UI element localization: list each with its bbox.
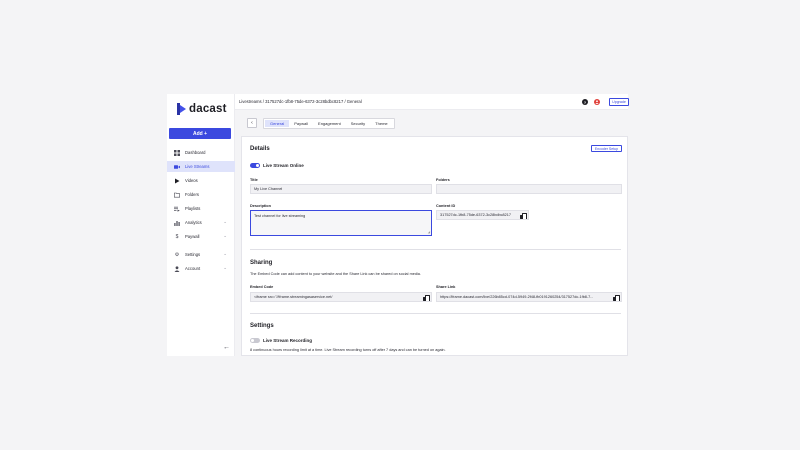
tab-general[interactable]: General (265, 120, 290, 127)
play-icon (174, 178, 180, 184)
title-input[interactable]: My Live Channel (250, 184, 432, 194)
sidebar-item-label: Playlists (185, 206, 201, 211)
chevron-down-icon: ⌄ (223, 233, 227, 238)
sidebar-item-paywall[interactable]: $ Paywall ⌄ (167, 231, 235, 242)
sidebar-item-folders[interactable]: Folders (167, 189, 235, 200)
tab-engagement[interactable]: Engagement (313, 120, 346, 127)
embed-code-value: <iframe src="//iframe.streamingasaservic… (254, 295, 333, 299)
add-button[interactable]: Add + (169, 128, 231, 139)
chevron-down-icon: ⌄ (223, 251, 227, 256)
dollar-icon: $ (175, 233, 179, 240)
embed-code-field: <iframe src="//iframe.streamingasaservic… (250, 292, 432, 302)
sidebar-item-settings[interactable]: ⚙ Settings ⌄ (167, 249, 235, 260)
dacast-logo-icon (177, 103, 186, 115)
sharing-heading: Sharing (250, 260, 273, 266)
folder-icon (174, 192, 180, 198)
avatar-user-icon (595, 100, 599, 104)
recording-note: 8 continuous hours recording limit at a … (250, 348, 446, 352)
gear-icon: ⚙ (174, 251, 180, 258)
copy-icon[interactable] (423, 295, 430, 301)
tab-security[interactable]: Security (346, 120, 370, 127)
tab-paywall[interactable]: Paywall (289, 120, 313, 127)
sidebar-item-label: Account (185, 266, 201, 271)
tab-bar: General Paywall Engagement Security Them… (263, 118, 395, 129)
content-card: Details Encoder Setup Live Stream Online… (241, 136, 628, 356)
sidebar-item-account[interactable]: Account ⌄ (167, 263, 235, 274)
divider (250, 313, 621, 314)
sidebar-nav: Dashboard Live Streams Videos Folders Pl… (167, 147, 235, 277)
avatar[interactable] (594, 99, 600, 105)
chevron-down-icon: ⌄ (223, 265, 227, 270)
topbar: Livestreams / 317527dc-1fb8-75de-6372-3c… (235, 94, 629, 110)
sidebar: dacast Add + Dashboard Live Streams Vide… (167, 94, 235, 356)
sidebar-item-label: Settings (185, 252, 201, 257)
description-label: Description (250, 204, 271, 208)
resize-handle-icon[interactable]: ◢ (428, 230, 430, 234)
sidebar-item-playlists[interactable]: Playlists (167, 203, 235, 214)
content-id-value: 317527dc-1fb8-75de-6372-3c28bdbc8217 (440, 213, 511, 217)
live-stream-recording-label: Live Stream Recording (263, 338, 313, 343)
encoder-setup-button[interactable]: Encoder Setup (591, 145, 622, 152)
sidebar-item-videos[interactable]: Videos (167, 175, 235, 186)
embed-code-label: Embed Code (250, 285, 274, 289)
collapse-sidebar-icon[interactable]: ← (223, 344, 230, 351)
content-id-label: Content ID (436, 204, 456, 208)
share-link-value: https://iframe.dacast.com/live/226b85cd-… (440, 295, 594, 299)
back-button[interactable]: ‹ (247, 118, 257, 128)
grid-icon (174, 149, 180, 156)
divider (250, 249, 621, 250)
details-heading: Details (250, 146, 270, 152)
sidebar-item-analytics[interactable]: Analytics ⌄ (167, 217, 235, 228)
copy-icon[interactable] (520, 213, 527, 219)
sidebar-item-label: Live Streams (185, 164, 210, 169)
logo[interactable]: dacast (177, 102, 227, 116)
user-icon (174, 265, 180, 272)
share-link-field: https://iframe.dacast.com/live/226b85cd-… (436, 292, 622, 302)
folders-input[interactable] (436, 184, 622, 194)
live-stream-online-toggle[interactable] (250, 163, 260, 168)
logo-text: dacast (189, 103, 227, 115)
sidebar-item-label: Videos (185, 178, 198, 183)
video-camera-icon (174, 164, 180, 170)
live-stream-online-label: Live Stream Online (263, 163, 304, 168)
settings-heading: Settings (250, 323, 274, 329)
sidebar-item-label: Folders (185, 192, 199, 197)
help-icon[interactable]: ? (582, 99, 588, 105)
sidebar-item-dashboard[interactable]: Dashboard (167, 147, 235, 158)
bar-chart-icon (174, 220, 180, 226)
description-text: Test channel for live streaming (254, 214, 306, 218)
sidebar-item-label: Dashboard (185, 150, 206, 155)
sidebar-item-label: Analytics (185, 220, 202, 225)
title-label: Title (250, 178, 258, 182)
live-stream-recording-toggle[interactable] (250, 338, 260, 343)
content-id-field: 317527dc-1fb8-75de-6372-3c28bdbc8217 (436, 210, 529, 220)
sidebar-item-label: Paywall (185, 234, 200, 239)
sharing-description: The Embed Code can add content to your w… (250, 272, 421, 276)
playlist-icon (174, 206, 180, 212)
app-window: dacast Add + Dashboard Live Streams Vide… (167, 94, 629, 356)
copy-icon[interactable] (613, 295, 620, 301)
folders-label: Folders (436, 178, 450, 182)
description-textarea[interactable]: Test channel for live streaming ◢ (250, 210, 432, 236)
breadcrumb[interactable]: Livestreams / 317527dc-1fb8-75de-6372-3c… (239, 99, 362, 104)
upgrade-button[interactable]: Upgrade (609, 98, 629, 106)
chevron-down-icon: ⌄ (223, 219, 227, 224)
share-link-label: Share Link (436, 285, 456, 289)
sidebar-item-live-streams[interactable]: Live Streams (167, 161, 235, 172)
tab-theme[interactable]: Theme (370, 120, 392, 127)
